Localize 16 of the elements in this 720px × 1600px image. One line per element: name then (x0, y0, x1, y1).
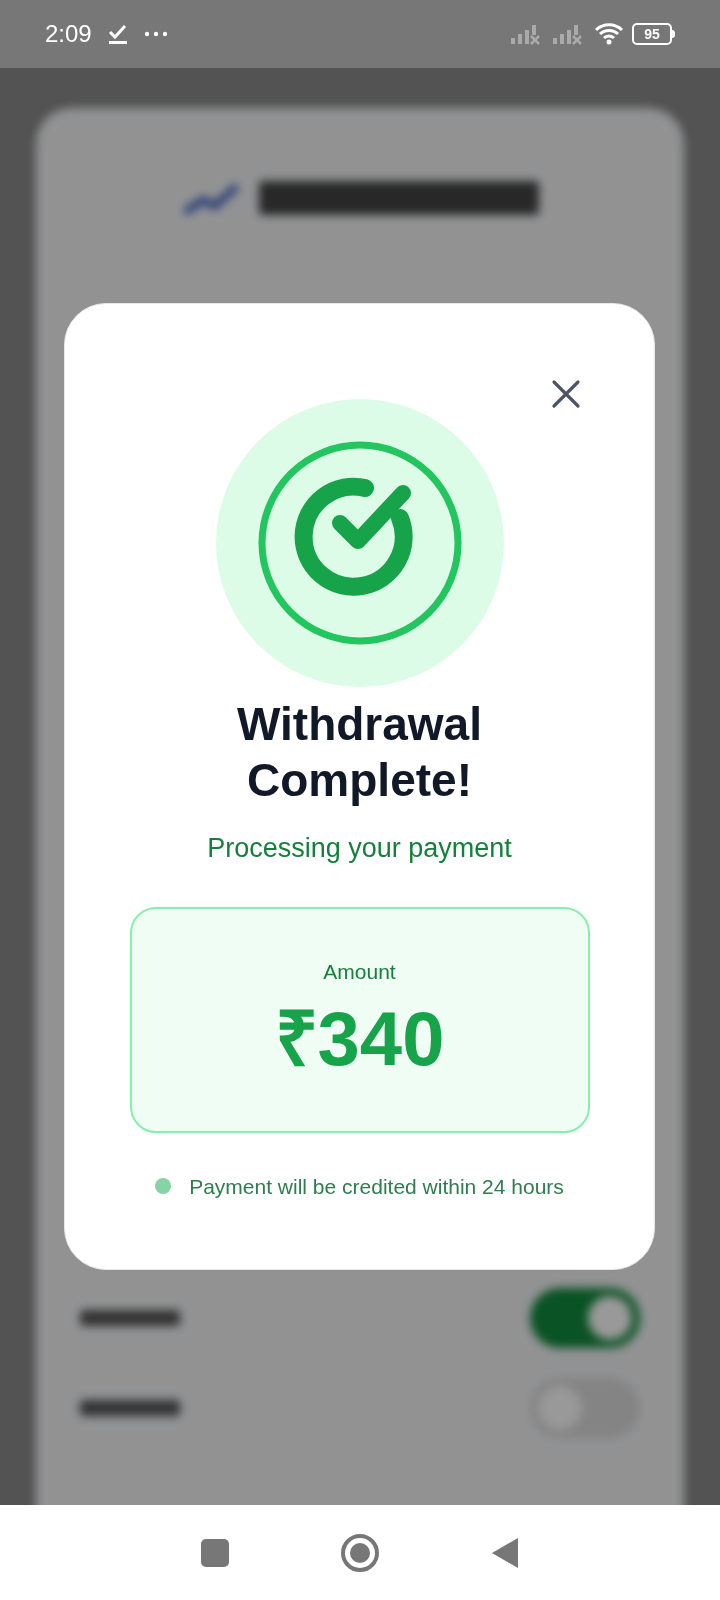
more-icon (143, 31, 168, 37)
close-icon (551, 379, 581, 409)
recents-button[interactable] (200, 1537, 230, 1568)
battery-icon: 95 (632, 23, 675, 45)
home-button[interactable] (340, 1532, 380, 1573)
toggle-switch[interactable] (530, 1288, 640, 1348)
dialog-title: Withdrawal Complete! (236, 697, 483, 808)
amount-label: Amount (323, 958, 396, 985)
wifi-icon (594, 22, 624, 46)
payment-note: Payment will be credited within 24 hours (189, 1173, 564, 1200)
success-check-icon (214, 398, 505, 688)
download-done-icon (107, 23, 128, 45)
back-button[interactable] (490, 1535, 520, 1570)
dialog-subtitle: Processing your payment (207, 832, 512, 865)
clock: 2:09 (45, 19, 92, 49)
amount-value: ₹340 (274, 995, 445, 1084)
